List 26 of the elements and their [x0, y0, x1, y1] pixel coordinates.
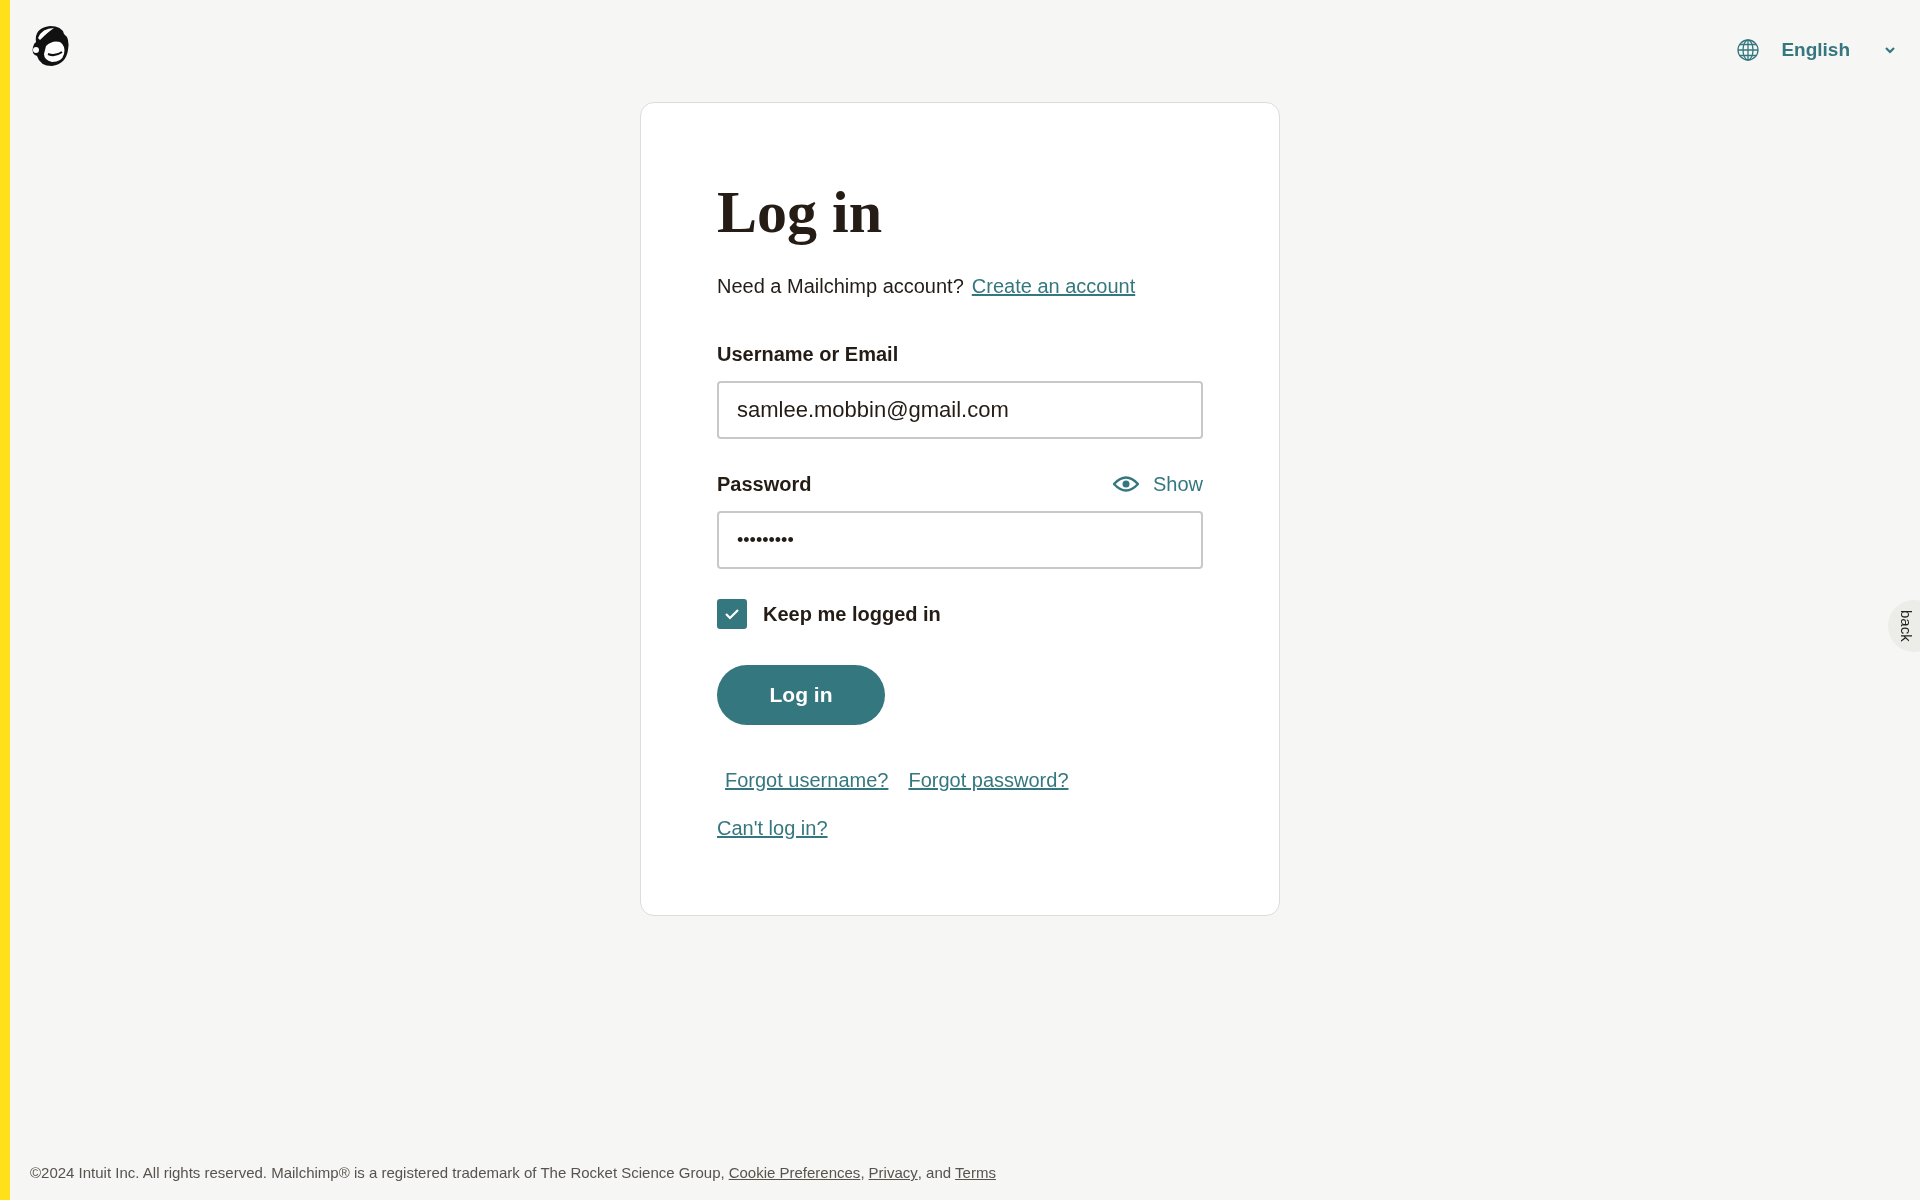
username-field[interactable]: samlee.mobbin@gmail.com	[717, 381, 1203, 439]
password-field[interactable]: •••••••••	[717, 511, 1203, 569]
chevron-down-icon	[1884, 46, 1896, 54]
footer-text: ©2024 Intuit Inc. All rights reserved. Mailchimp® is a registered trademark of The Rocket Science Group,	[30, 1163, 725, 1183]
footer-link[interactable]: Cookie Preferences	[728, 1162, 861, 1185]
field-label: Password	[717, 472, 812, 497]
forgot-link[interactable]: Forgot password?	[908, 765, 1069, 795]
footer-link[interactable]: Terms	[955, 1162, 996, 1185]
globe-icon	[1737, 39, 1760, 61]
signup-prompt: Need a Mailchimp account?	[717, 274, 964, 299]
checkbox-label: Keep me logged in	[763, 602, 941, 627]
language-selector[interactable]: English	[1781, 35, 1896, 65]
feedback-tab[interactable]: back	[1888, 600, 1920, 652]
footer-text: ,	[860, 1163, 865, 1183]
cant-log-in-link[interactable]: Can't log in?	[717, 813, 828, 843]
footer-link[interactable]: Privacy	[868, 1162, 918, 1185]
checkmark-icon	[724, 608, 740, 620]
eye-icon	[1112, 476, 1139, 492]
footer-text: , and	[917, 1163, 952, 1183]
forgot-link[interactable]: Forgot username?	[725, 765, 889, 795]
page-title: Log in	[717, 178, 884, 247]
show-password-button[interactable]: Show	[1112, 469, 1203, 499]
field-label: Username or Email	[717, 342, 900, 367]
login-button[interactable]: Log in	[717, 665, 885, 725]
create-account-link[interactable]: Create an account	[971, 271, 1136, 301]
keep-logged-in-checkbox[interactable]	[717, 599, 747, 629]
